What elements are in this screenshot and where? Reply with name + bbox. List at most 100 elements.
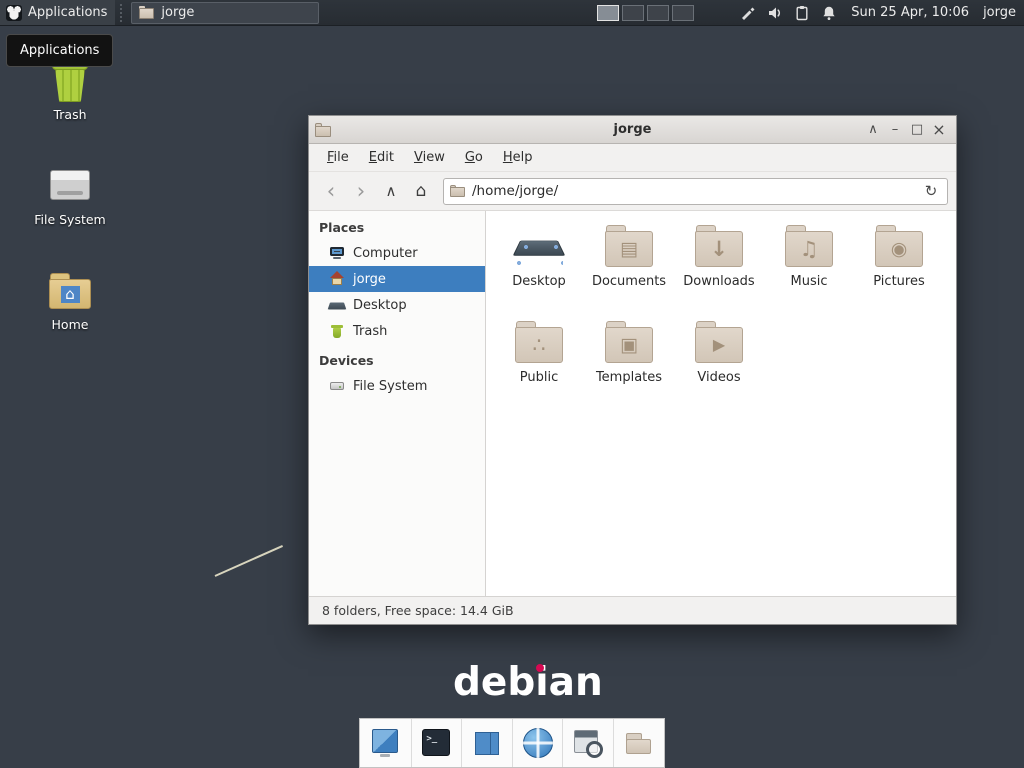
folder-icon — [513, 319, 565, 365]
folder-item[interactable]: Pictures — [854, 223, 944, 317]
panel-user-label[interactable]: jorge — [983, 5, 1016, 20]
titlebar[interactable]: jorge ∧ – □ × — [309, 116, 956, 144]
folder-item[interactable]: Downloads — [674, 223, 764, 317]
file-manager-window: jorge ∧ – □ × File Edit View Go Help ‹ ›… — [308, 115, 957, 625]
back-button[interactable]: ‹ — [317, 177, 345, 205]
sidebar-place-item[interactable]: Desktop — [309, 292, 485, 318]
folder-item[interactable]: Public — [494, 319, 584, 413]
folder-item[interactable]: Music — [764, 223, 854, 317]
top-panel: Applications jorge Sun 25 Apr, 10:06 jo — [0, 0, 1024, 26]
folder-icon — [693, 319, 745, 365]
clipboard-icon[interactable] — [794, 5, 810, 21]
debian-logo: debian — [453, 660, 603, 705]
folder-item[interactable]: Documents — [584, 223, 674, 317]
menu-item[interactable]: Go — [455, 146, 493, 169]
bottom-dock — [359, 718, 665, 768]
devices-header: Devices — [309, 344, 485, 373]
desktop-icon[interactable]: File System — [16, 161, 124, 227]
folder-icon — [513, 223, 565, 269]
folder-item[interactable]: Desktop — [494, 223, 584, 317]
dock-launcher-icon — [621, 725, 657, 761]
taskbar-window-label: jorge — [161, 5, 194, 20]
sidebar-device-icon — [329, 378, 345, 394]
system-tray — [740, 5, 837, 21]
dock-launcher-icon — [367, 725, 403, 761]
panel-clock[interactable]: Sun 25 Apr, 10:06 — [851, 5, 969, 20]
minimize-button[interactable]: – — [884, 119, 906, 141]
debian-logo-text-post: an — [549, 660, 603, 705]
folder-icon — [603, 223, 655, 269]
debian-logo-accent: i — [535, 660, 548, 705]
dock-launcher-icon — [469, 725, 505, 761]
dock-launcher[interactable] — [562, 719, 613, 767]
menu-item[interactable]: View — [404, 146, 455, 169]
folder-item[interactable]: Videos — [674, 319, 764, 413]
workspace-cell[interactable] — [647, 5, 669, 21]
input-tablet-icon[interactable] — [740, 5, 756, 21]
home-button[interactable]: ⌂ — [407, 177, 435, 205]
menu-item[interactable]: File — [317, 146, 359, 169]
desktop-icon-image — [46, 161, 94, 209]
folder-label: Music — [791, 274, 828, 289]
folder-label: Videos — [697, 370, 740, 385]
folder-label: Desktop — [512, 274, 566, 289]
desktop-icon-label: File System — [34, 212, 106, 227]
dock-launcher[interactable] — [411, 719, 462, 767]
menu-item[interactable]: Edit — [359, 146, 404, 169]
folder-label: Public — [520, 370, 558, 385]
sidebar-place-icon — [329, 271, 345, 287]
dock-launcher[interactable] — [360, 719, 411, 767]
close-button[interactable]: × — [928, 119, 950, 141]
path-bar[interactable]: /home/jorge/ ↻ — [443, 178, 948, 205]
menubar: File Edit View Go Help — [309, 144, 956, 172]
sidebar-place-label: Desktop — [353, 298, 407, 313]
folder-label: Pictures — [873, 274, 924, 289]
dock-launcher[interactable] — [613, 719, 664, 767]
sidebar-place-item[interactable]: Trash — [309, 318, 485, 344]
folder-item[interactable]: Templates — [584, 319, 674, 413]
sidebar-device-label: File System — [353, 379, 427, 394]
folder-icon — [693, 223, 745, 269]
window-title: jorge — [309, 122, 956, 137]
sidebar-place-item[interactable]: jorge — [309, 266, 485, 292]
applications-tooltip: Applications — [6, 34, 113, 67]
sidebar-place-icon — [329, 297, 345, 313]
sidebar-device-item[interactable]: File System — [309, 373, 485, 399]
status-bar: 8 folders, Free space: 14.4 GiB — [309, 596, 956, 624]
volume-icon[interactable] — [767, 5, 783, 21]
sidebar: Places Computer jorge Desktop — [309, 211, 486, 596]
panel-separator-handle — [117, 4, 125, 22]
workspace-cell[interactable] — [597, 5, 619, 21]
folder-icon — [783, 223, 835, 269]
applications-menu-button[interactable]: Applications — [0, 0, 115, 25]
desktop-icon-label: Trash — [53, 107, 86, 122]
desktop-icon-label: Home — [52, 317, 89, 332]
notification-bell-icon[interactable] — [821, 5, 837, 21]
path-text[interactable]: /home/jorge/ — [472, 183, 919, 199]
window-body: Places Computer jorge Desktop — [309, 211, 956, 596]
folder-label: Templates — [596, 370, 662, 385]
forward-button[interactable]: › — [347, 177, 375, 205]
maximize-button[interactable]: □ — [906, 119, 928, 141]
applications-menu-label: Applications — [28, 5, 107, 20]
taskbar-window-icon — [139, 6, 154, 19]
sidebar-place-label: jorge — [353, 272, 386, 287]
dock-launcher-icon — [570, 725, 606, 761]
workspace-cell[interactable] — [622, 5, 644, 21]
dock-launcher-icon — [418, 725, 454, 761]
places-header: Places — [309, 211, 485, 240]
workspace-switcher — [597, 5, 694, 21]
shade-button[interactable]: ∧ — [862, 119, 884, 141]
up-button[interactable]: ∧ — [377, 177, 405, 205]
menu-item[interactable]: Help — [493, 146, 543, 169]
dock-launcher[interactable] — [512, 719, 563, 767]
sidebar-place-icon — [329, 323, 345, 339]
sidebar-place-item[interactable]: Computer — [309, 240, 485, 266]
dock-launcher[interactable] — [461, 719, 512, 767]
toolbar: ‹ › ∧ ⌂ /home/jorge/ ↻ — [309, 172, 956, 211]
reload-button[interactable]: ↻ — [919, 179, 943, 203]
taskbar-window-button[interactable]: jorge — [131, 2, 319, 24]
path-folder-icon — [450, 185, 465, 197]
workspace-cell[interactable] — [672, 5, 694, 21]
desktop-icon[interactable]: Home — [16, 266, 124, 332]
